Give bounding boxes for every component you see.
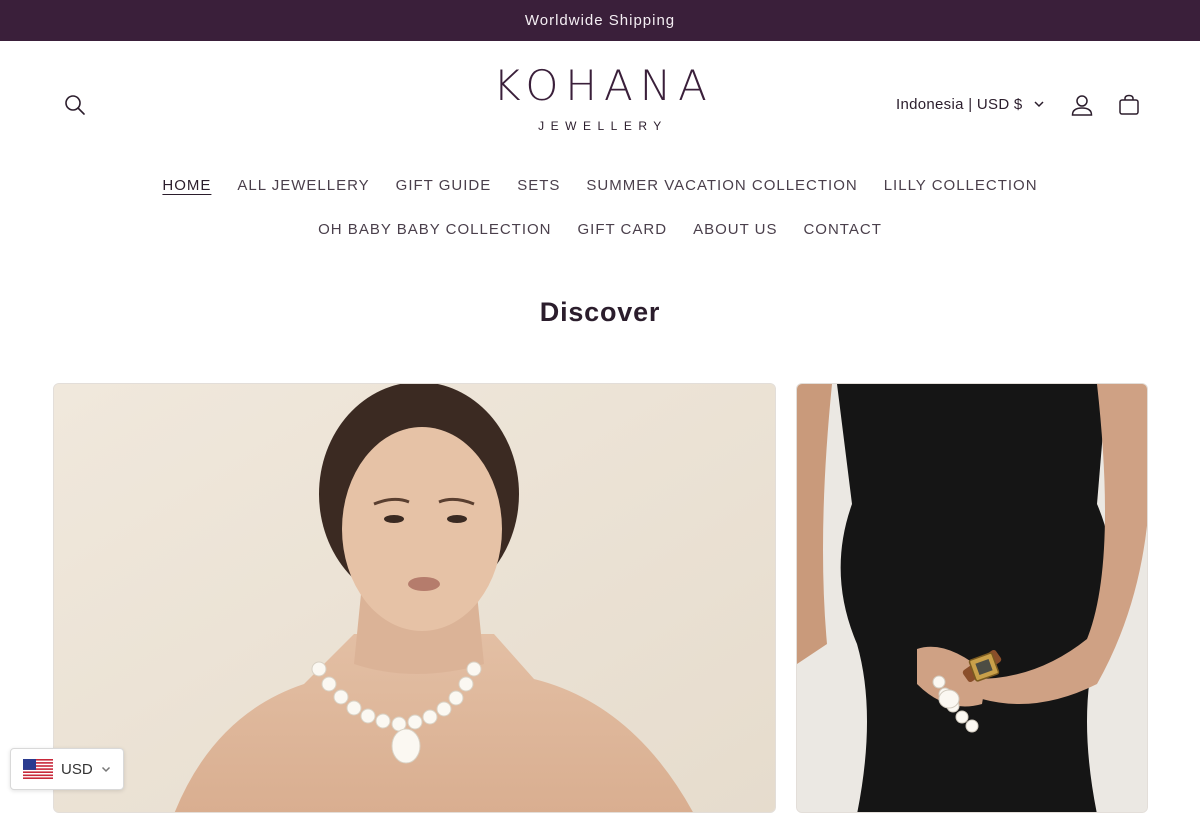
logo-wordmark: KOHANA xyxy=(493,61,714,110)
chevron-down-icon xyxy=(1034,101,1044,108)
nav-item-home[interactable]: HOME xyxy=(149,175,224,197)
locale-selector[interactable]: Indonesia | USD $ xyxy=(896,91,1045,117)
nav-item-lilly[interactable]: LILLY COLLECTION xyxy=(871,175,1051,197)
nav-item-about-us[interactable]: ABOUT US xyxy=(680,219,790,241)
user-icon xyxy=(1071,95,1093,116)
model-black-dress-bracelet-image xyxy=(797,384,1147,812)
locale-label: Indonesia | USD $ xyxy=(896,95,1023,113)
nav-item-all-jewellery[interactable]: ALL JEWELLERY xyxy=(224,175,382,197)
announcement-bar: Worldwide Shipping xyxy=(0,0,1200,41)
nav-item-sets[interactable]: SETS xyxy=(504,175,573,197)
search-button[interactable] xyxy=(55,85,95,125)
nav-item-contact[interactable]: CONTACT xyxy=(790,219,894,241)
currency-selector[interactable]: USD xyxy=(10,748,124,790)
search-icon xyxy=(65,95,85,115)
us-flag-icon xyxy=(23,759,53,779)
featured-image-card-bracelet[interactable] xyxy=(796,383,1148,813)
logo-subtitle: JEWELLERY xyxy=(538,119,668,133)
announcement-text: Worldwide Shipping xyxy=(524,12,676,29)
featured-image-card-necklace[interactable] xyxy=(53,383,776,813)
main-nav-row-2: OH BABY BABY COLLECTION GIFT CARD ABOUT … xyxy=(0,219,1200,241)
chevron-down-icon xyxy=(101,766,110,772)
nav-item-gift-card[interactable]: GIFT CARD xyxy=(565,219,681,241)
nav-item-summer-vacation[interactable]: SUMMER VACATION COLLECTION xyxy=(573,175,870,197)
bag-icon xyxy=(1119,94,1139,115)
account-button[interactable] xyxy=(1062,85,1102,125)
site-header: KOHANA JEWELLERY Indonesia | USD $ xyxy=(0,41,1200,171)
main-nav-row-1: HOME ALL JEWELLERY GIFT GUIDE SETS SUMME… xyxy=(0,175,1200,197)
nav-item-oh-baby[interactable]: OH BABY BABY COLLECTION xyxy=(305,219,564,241)
currency-value: USD xyxy=(61,760,93,778)
nav-item-gift-guide[interactable]: GIFT GUIDE xyxy=(383,175,505,197)
brand-logo[interactable]: KOHANA JEWELLERY xyxy=(475,63,725,143)
model-pearl-necklace-image xyxy=(54,384,775,812)
section-title: Discover xyxy=(539,297,661,327)
cart-button[interactable] xyxy=(1109,85,1149,125)
